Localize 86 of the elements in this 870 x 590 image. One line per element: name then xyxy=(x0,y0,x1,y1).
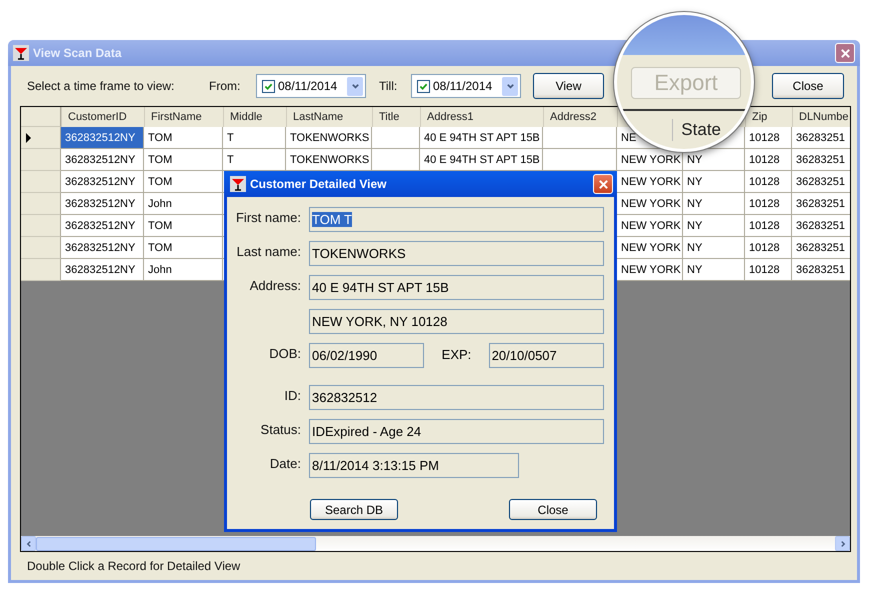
table-cell: NY xyxy=(683,237,745,259)
close-button[interactable]: Close xyxy=(772,73,844,99)
table-cell: T xyxy=(223,127,286,149)
table-cell: TOM xyxy=(144,171,223,193)
window-title: View Scan Data xyxy=(33,46,122,60)
close-button[interactable]: Close xyxy=(509,499,597,520)
table-cell: TOKENWORKS xyxy=(286,127,372,149)
table-cell: 10128 xyxy=(745,215,792,237)
table-cell: TOKENWORKS xyxy=(286,149,372,171)
table-cell: 40 E 94TH ST APT 15B xyxy=(420,127,543,149)
table-cell: 362832512NY xyxy=(61,237,144,259)
field-label: DOB: xyxy=(269,346,301,361)
text-field[interactable]: TOM T xyxy=(309,207,604,232)
table-cell: John xyxy=(144,259,223,281)
text-field[interactable]: 06/02/1990 xyxy=(309,343,424,368)
column-header[interactable]: State xyxy=(681,120,721,140)
table-cell: TOM xyxy=(144,215,223,237)
text-field[interactable]: 362832512 xyxy=(309,385,604,410)
table-cell: NY xyxy=(683,171,745,193)
from-label: From: xyxy=(209,79,242,93)
field-label: ID: xyxy=(284,388,301,403)
close-icon[interactable] xyxy=(593,174,613,194)
table-cell: 10128 xyxy=(745,237,792,259)
text-field[interactable]: 8/11/2014 3:13:15 PM xyxy=(309,453,519,478)
table-cell: NY xyxy=(683,215,745,237)
table-cell: NY xyxy=(683,193,745,215)
field-label: Address: xyxy=(250,278,301,293)
table-cell: NEW YORK xyxy=(617,215,683,237)
table-cell: John xyxy=(144,193,223,215)
field-label: Date: xyxy=(270,456,301,471)
view-button[interactable]: View xyxy=(533,73,604,99)
table-cell: TOM xyxy=(144,237,223,259)
table-cell: NY xyxy=(683,259,745,281)
text-field[interactable]: 40 E 94TH ST APT 15B xyxy=(309,275,604,300)
table-cell: 362832512NY xyxy=(61,215,144,237)
cocktail-glass-icon xyxy=(230,176,246,192)
search-db-button[interactable]: Search DB xyxy=(310,499,398,520)
table-cell: 10128 xyxy=(745,259,792,281)
table-cell: NEW YORK xyxy=(617,259,683,281)
scroll-left-icon[interactable] xyxy=(21,536,36,551)
table-cell: 362832512NY xyxy=(61,193,144,215)
table-cell: T xyxy=(223,149,286,171)
table-cell: 10128 xyxy=(745,127,792,149)
table-cell: 36283251 xyxy=(792,171,850,193)
table-cell: 36283251 xyxy=(792,193,850,215)
close-icon[interactable] xyxy=(835,43,855,63)
table-cell: TOM xyxy=(144,127,223,149)
till-label: Till: xyxy=(379,79,398,93)
table-cell: NEW YORK xyxy=(617,193,683,215)
table-cell: 40 E 94TH ST APT 15B xyxy=(420,149,543,171)
scrollbar-thumb[interactable] xyxy=(36,536,316,550)
cocktail-glass-icon xyxy=(13,45,29,61)
till-date-picker[interactable]: 08/11/2014 xyxy=(411,74,521,98)
table-cell: 10128 xyxy=(745,171,792,193)
table-cell: TOM xyxy=(144,149,223,171)
text-field[interactable]: TOKENWORKS xyxy=(309,241,604,266)
table-cell: NY xyxy=(683,149,745,171)
table-cell: NEW YORK xyxy=(617,237,683,259)
status-text: Double Click a Record for Detailed View xyxy=(26,558,242,575)
table-cell: 36283251 xyxy=(792,215,850,237)
text-field[interactable]: NEW YORK, NY 10128 xyxy=(309,309,604,334)
from-checkbox[interactable] xyxy=(262,80,275,92)
field-label: EXP: xyxy=(440,346,472,362)
table-cell: 362832512NY xyxy=(61,171,144,193)
table-cell: 36283251 xyxy=(792,149,850,171)
table-cell: 362832512NY xyxy=(61,127,144,149)
field-label: First name: xyxy=(236,210,301,225)
table-cell: 10128 xyxy=(745,149,792,171)
text-field[interactable]: IDExpired - Age 24 xyxy=(309,419,604,444)
table-cell: 36283251 xyxy=(792,237,850,259)
table-cell: NEW YORK xyxy=(617,149,683,171)
table-cell: 362832512NY xyxy=(61,259,144,281)
dialog-title: Customer Detailed View xyxy=(250,177,386,191)
time-frame-label: Select a time frame to view: xyxy=(27,79,176,93)
field-label: Status: xyxy=(260,422,301,437)
table-cell: NEW YORK xyxy=(617,171,683,193)
table-cell: 362832512NY xyxy=(61,149,144,171)
table-cell: 10128 xyxy=(745,193,792,215)
scroll-right-icon[interactable] xyxy=(835,536,850,551)
till-checkbox[interactable] xyxy=(417,80,430,92)
horizontal-scrollbar[interactable] xyxy=(21,536,850,551)
table-cell: 36283251 xyxy=(792,259,850,281)
field-label: Last name: xyxy=(236,244,301,259)
table-cell: 36283251 xyxy=(792,127,850,149)
from-date-picker[interactable]: 08/11/2014 xyxy=(256,74,366,98)
text-field[interactable]: 20/10/0507 xyxy=(488,343,604,368)
